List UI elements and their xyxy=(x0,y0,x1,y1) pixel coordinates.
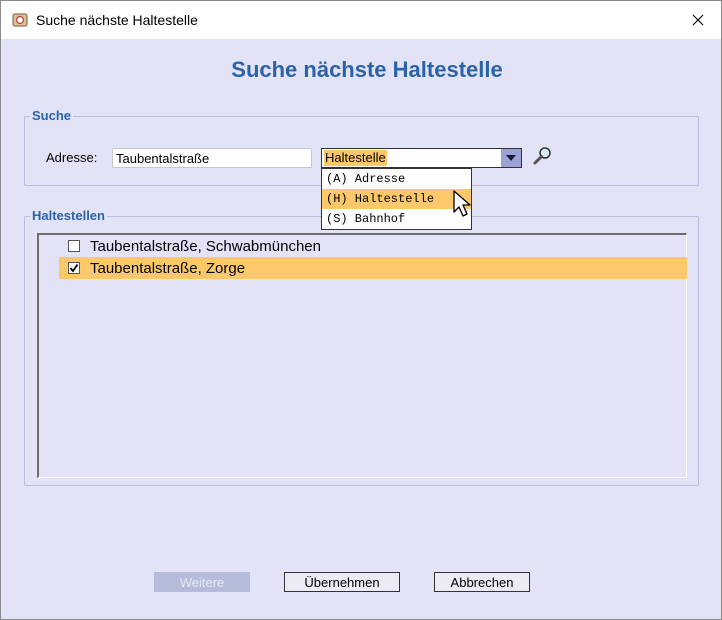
dropdown-toggle[interactable] xyxy=(501,149,521,167)
stops-list: Taubentalstraße, Schwabmünchen Taubental… xyxy=(37,233,687,478)
stop-label: Taubentalstraße, Zorge xyxy=(90,259,246,277)
checkmark-icon xyxy=(69,263,79,273)
stop-label: Taubentalstraße, Schwabmünchen xyxy=(90,237,321,255)
chevron-down-icon xyxy=(506,155,516,161)
stop-type-select[interactable]: Haltestelle xyxy=(321,148,522,168)
cancel-button[interactable]: Abbrechen xyxy=(434,572,530,592)
page-title: Suche nächste Haltestelle xyxy=(231,57,503,82)
stop-checkbox[interactable] xyxy=(68,262,80,274)
dropdown-option-bahnhof[interactable]: (S) Bahnhof xyxy=(322,209,471,229)
title-bar: Suche nächste Haltestelle xyxy=(1,1,721,39)
dialog-window: Suche nächste Haltestelle Suche nächste … xyxy=(0,0,722,620)
close-button[interactable] xyxy=(675,1,721,39)
stop-type-select-value: Haltestelle xyxy=(324,150,387,166)
address-label: Adresse: xyxy=(46,150,98,165)
apply-button[interactable]: Übernehmen xyxy=(284,572,400,592)
more-button[interactable]: Weitere xyxy=(154,572,250,592)
dropdown-option-adresse[interactable]: (A) Adresse xyxy=(322,169,471,189)
magnifier-icon[interactable] xyxy=(532,145,554,167)
search-group-legend: Suche xyxy=(30,108,74,123)
pointer-cursor-icon xyxy=(453,190,471,217)
app-icon xyxy=(12,13,28,27)
list-item[interactable]: Taubentalstraße, Zorge xyxy=(59,257,687,279)
list-item[interactable]: Taubentalstraße, Schwabmünchen xyxy=(59,235,687,257)
stops-group-legend: Haltestellen xyxy=(30,208,107,223)
stop-checkbox[interactable] xyxy=(68,240,80,252)
dropdown-option-haltestelle[interactable]: (H) Haltestelle xyxy=(322,189,471,209)
address-input[interactable] xyxy=(112,148,312,168)
window-title: Suche nächste Haltestelle xyxy=(36,12,198,28)
stop-type-dropdown: (A) Adresse (H) Haltestelle (S) Bahnhof xyxy=(321,168,472,230)
close-icon xyxy=(692,14,704,26)
